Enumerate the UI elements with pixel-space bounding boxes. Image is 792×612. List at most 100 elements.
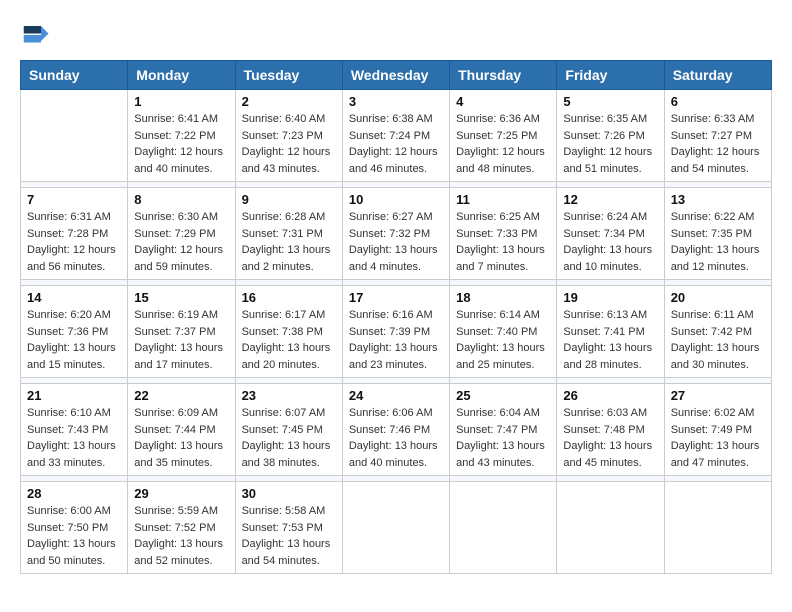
calendar-cell [664,482,771,574]
day-number: 25 [456,388,550,403]
day-number: 22 [134,388,228,403]
day-number: 14 [27,290,121,305]
day-number: 15 [134,290,228,305]
calendar-cell: 1 Sunrise: 6:41 AMSunset: 7:22 PMDaylight… [128,90,235,182]
calendar-cell [342,482,449,574]
calendar: SundayMondayTuesdayWednesdayThursdayFrid… [20,60,772,574]
calendar-cell: 17Sunrise: 6:16 AMSunset: 7:39 PMDayligh… [342,286,449,378]
calendar-cell: 18 Sunrise: 6:14 AMSunset: 7:40 PMDayligh… [450,286,557,378]
day-number: 28 [27,486,121,501]
day-number: 27 [671,388,765,403]
calendar-cell: 5 Sunrise: 6:35 AMSunset: 7:26 PMDaylight… [557,90,664,182]
day-info: Sunrise: 6:17 AMSunset: 7:38 PMDaylight:… [242,307,336,373]
day-number: 13 [671,192,765,207]
day-number: 12 [563,192,657,207]
calendar-cell: 29 Sunrise: 5:59 AMSunset: 7:52 PMDayligh… [128,482,235,574]
calendar-week-5: 28Sunrise: 6:00 AMSunset: 7:50 PMDayligh… [21,482,772,574]
weekday-header-tuesday: Tuesday [235,61,342,90]
calendar-cell: 30 Sunrise: 5:58 AMSunset: 7:53 PMDayligh… [235,482,342,574]
day-number: 18 [456,290,550,305]
calendar-week-2: 7 Sunrise: 6:31 AMSunset: 7:28 PMDaylight… [21,188,772,280]
day-number: 4 [456,94,550,109]
calendar-cell: 4 Sunrise: 6:36 AMSunset: 7:25 PMDaylight… [450,90,557,182]
calendar-cell: 23 Sunrise: 6:07 AMSunset: 7:45 PMDayligh… [235,384,342,476]
day-info: Sunrise: 6:20 AMSunset: 7:36 PMDaylight:… [27,307,121,373]
calendar-cell: 25 Sunrise: 6:04 AMSunset: 7:47 PMDayligh… [450,384,557,476]
day-info: Sunrise: 6:13 AMSunset: 7:41 PMDaylight:… [563,307,657,373]
day-info: Sunrise: 6:25 AMSunset: 7:33 PMDaylight:… [456,209,550,275]
calendar-cell: 22 Sunrise: 6:09 AMSunset: 7:44 PMDayligh… [128,384,235,476]
calendar-cell: 11 Sunrise: 6:25 AMSunset: 7:33 PMDayligh… [450,188,557,280]
day-info: Sunrise: 6:10 AMSunset: 7:43 PMDaylight:… [27,405,121,471]
calendar-cell: 12 Sunrise: 6:24 AMSunset: 7:34 PMDayligh… [557,188,664,280]
day-info: Sunrise: 5:58 AMSunset: 7:53 PMDaylight:… [242,503,336,569]
logo-icon [20,20,50,50]
day-number: 16 [242,290,336,305]
day-number: 20 [671,290,765,305]
day-number: 6 [671,94,765,109]
day-info: Sunrise: 6:41 AMSunset: 7:22 PMDaylight:… [134,111,228,177]
day-number: 23 [242,388,336,403]
calendar-week-1: 1 Sunrise: 6:41 AMSunset: 7:22 PMDaylight… [21,90,772,182]
day-info: Sunrise: 6:38 AMSunset: 7:24 PMDaylight:… [349,111,443,177]
calendar-cell: 2 Sunrise: 6:40 AMSunset: 7:23 PMDaylight… [235,90,342,182]
calendar-cell [557,482,664,574]
page-header [20,20,772,50]
day-number: 29 [134,486,228,501]
day-number: 30 [242,486,336,501]
calendar-cell: 6 Sunrise: 6:33 AMSunset: 7:27 PMDaylight… [664,90,771,182]
day-info: Sunrise: 6:30 AMSunset: 7:29 PMDaylight:… [134,209,228,275]
day-number: 7 [27,192,121,207]
calendar-header-row: SundayMondayTuesdayWednesdayThursdayFrid… [21,61,772,90]
weekday-header-wednesday: Wednesday [342,61,449,90]
day-info: Sunrise: 6:28 AMSunset: 7:31 PMDaylight:… [242,209,336,275]
calendar-cell: 24Sunrise: 6:06 AMSunset: 7:46 PMDayligh… [342,384,449,476]
calendar-cell: 26Sunrise: 6:03 AMSunset: 7:48 PMDayligh… [557,384,664,476]
day-info: Sunrise: 6:24 AMSunset: 7:34 PMDaylight:… [563,209,657,275]
day-number: 19 [563,290,657,305]
day-number: 1 [134,94,228,109]
day-number: 11 [456,192,550,207]
day-info: Sunrise: 6:22 AMSunset: 7:35 PMDaylight:… [671,209,765,275]
day-info: Sunrise: 6:19 AMSunset: 7:37 PMDaylight:… [134,307,228,373]
logo [20,20,54,50]
calendar-cell [450,482,557,574]
weekday-header-friday: Friday [557,61,664,90]
day-info: Sunrise: 6:27 AMSunset: 7:32 PMDaylight:… [349,209,443,275]
day-number: 10 [349,192,443,207]
day-number: 21 [27,388,121,403]
day-info: Sunrise: 6:07 AMSunset: 7:45 PMDaylight:… [242,405,336,471]
day-number: 9 [242,192,336,207]
day-number: 5 [563,94,657,109]
day-number: 2 [242,94,336,109]
calendar-cell: 13 Sunrise: 6:22 AMSunset: 7:35 PMDayligh… [664,188,771,280]
calendar-cell: 27 Sunrise: 6:02 AMSunset: 7:49 PMDayligh… [664,384,771,476]
day-number: 8 [134,192,228,207]
calendar-cell: 14 Sunrise: 6:20 AMSunset: 7:36 PMDayligh… [21,286,128,378]
calendar-cell: 21 Sunrise: 6:10 AMSunset: 7:43 PMDayligh… [21,384,128,476]
calendar-cell: 16 Sunrise: 6:17 AMSunset: 7:38 PMDayligh… [235,286,342,378]
day-info: Sunrise: 6:35 AMSunset: 7:26 PMDaylight:… [563,111,657,177]
day-info: Sunrise: 6:36 AMSunset: 7:25 PMDaylight:… [456,111,550,177]
calendar-cell: 20 Sunrise: 6:11 AMSunset: 7:42 PMDayligh… [664,286,771,378]
day-info: Sunrise: 6:14 AMSunset: 7:40 PMDaylight:… [456,307,550,373]
day-info: Sunrise: 6:09 AMSunset: 7:44 PMDaylight:… [134,405,228,471]
day-info: Sunrise: 6:02 AMSunset: 7:49 PMDaylight:… [671,405,765,471]
day-info: Sunrise: 6:04 AMSunset: 7:47 PMDaylight:… [456,405,550,471]
day-info: Sunrise: 5:59 AMSunset: 7:52 PMDaylight:… [134,503,228,569]
weekday-header-saturday: Saturday [664,61,771,90]
day-info: Sunrise: 6:06 AMSunset: 7:46 PMDaylight:… [349,405,443,471]
day-number: 3 [349,94,443,109]
calendar-week-4: 21 Sunrise: 6:10 AMSunset: 7:43 PMDayligh… [21,384,772,476]
day-info: Sunrise: 6:31 AMSunset: 7:28 PMDaylight:… [27,209,121,275]
calendar-cell: 10 Sunrise: 6:27 AMSunset: 7:32 PMDayligh… [342,188,449,280]
day-number: 17 [349,290,443,305]
day-info: Sunrise: 6:33 AMSunset: 7:27 PMDaylight:… [671,111,765,177]
calendar-cell: 3 Sunrise: 6:38 AMSunset: 7:24 PMDaylight… [342,90,449,182]
calendar-cell: 15 Sunrise: 6:19 AMSunset: 7:37 PMDayligh… [128,286,235,378]
day-info: Sunrise: 6:40 AMSunset: 7:23 PMDaylight:… [242,111,336,177]
day-info: Sunrise: 6:11 AMSunset: 7:42 PMDaylight:… [671,307,765,373]
calendar-cell [21,90,128,182]
calendar-cell: 19 Sunrise: 6:13 AMSunset: 7:41 PMDayligh… [557,286,664,378]
calendar-cell: 9 Sunrise: 6:28 AMSunset: 7:31 PMDaylight… [235,188,342,280]
